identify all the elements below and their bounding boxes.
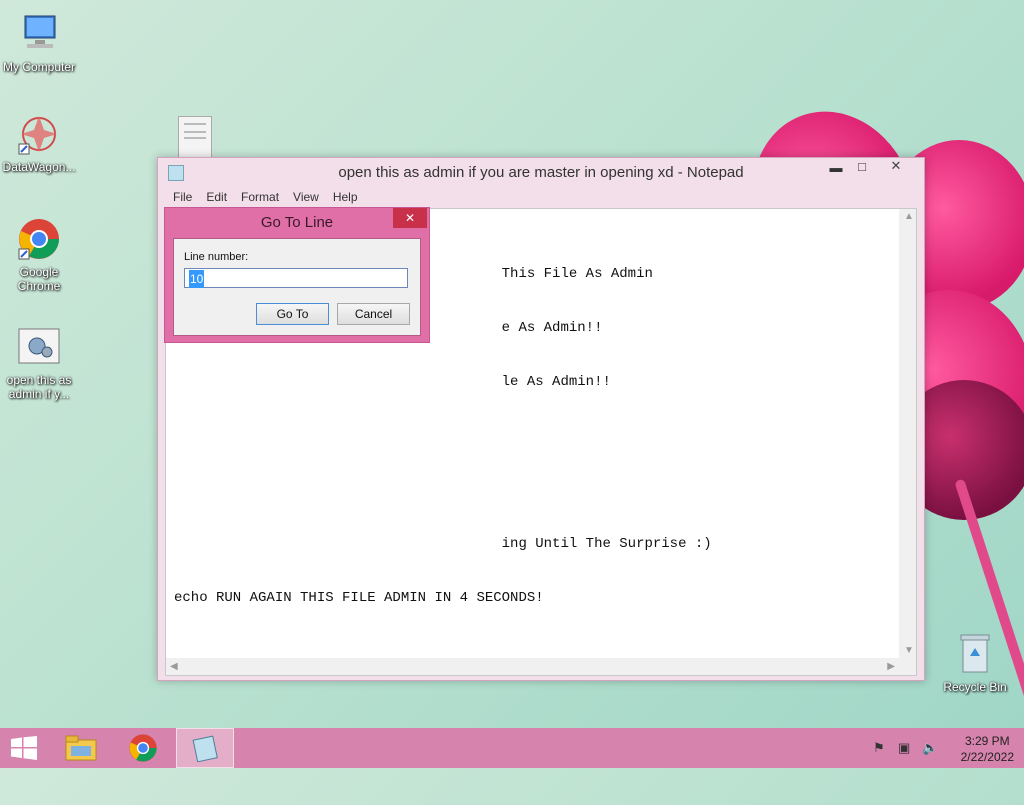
folder-icon [65, 735, 97, 761]
desktop-icon-datawagon[interactable]: DataWagon... [0, 110, 79, 174]
notepad-title: open this as admin if you are master in … [338, 164, 744, 181]
menu-bar: File Edit Format View Help [166, 188, 365, 208]
minimize-button[interactable]: ▬ [823, 160, 849, 180]
horizontal-scrollbar[interactable]: ◀ ▶ [166, 658, 899, 675]
text-line: ​ [174, 427, 712, 445]
notepad-title-bar[interactable]: open this as admin if you are master in … [158, 158, 924, 186]
maximize-button[interactable]: □ [849, 159, 875, 179]
taskbar-chrome[interactable] [118, 728, 168, 768]
clock-time: 3:29 PM [964, 734, 1010, 748]
chrome-icon [15, 215, 63, 263]
notepad-icon [192, 735, 218, 762]
text-line: echo RUN AGAIN THIS FILE ADMIN IN 4 SECO… [174, 590, 544, 606]
text-line: ​ [174, 697, 712, 715]
text-line: le As Admin!! [174, 374, 611, 390]
windows-logo-icon [11, 736, 37, 760]
taskbar-file-explorer[interactable] [56, 728, 106, 768]
scroll-left-icon[interactable]: ◀ [170, 661, 178, 672]
scrollbar-corner [899, 658, 916, 675]
computer-icon [15, 10, 63, 58]
scroll-up-icon[interactable]: ▲ [904, 211, 914, 222]
desktop-icon-recycle-bin[interactable]: Recycle Bin [935, 630, 1015, 694]
desktop-icon-my-computer[interactable]: My Computer [0, 10, 79, 74]
menu-format[interactable]: Format [234, 188, 286, 208]
vertical-scrollbar[interactable]: ▲ ▼ [899, 209, 916, 658]
goto-button[interactable]: Go To [256, 303, 329, 325]
line-number-input[interactable]: 10 [184, 268, 408, 288]
dialog-title: Go To Line [260, 214, 334, 231]
chrome-icon [129, 734, 157, 762]
datawagon-icon [15, 110, 63, 158]
desktop-icon-batch-file[interactable]: open this as admin if y... [0, 323, 79, 401]
text-line: ing Until The Surprise :) [174, 536, 712, 552]
line-number-label: Line number: [184, 251, 249, 263]
scroll-down-icon[interactable]: ▼ [904, 645, 914, 656]
desktop-icon-label: open this as admin if y... [6, 373, 72, 401]
text-line: ​ [174, 481, 712, 499]
line-number-value: 10 [189, 270, 205, 288]
network-icon[interactable]: ▣ [898, 740, 910, 756]
taskbar-notepad[interactable] [176, 728, 234, 768]
desktop-file-icon[interactable] [178, 116, 212, 159]
action-center-icon[interactable]: ⚑ [873, 740, 885, 756]
dialog-body: Line number: 10 Go To Cancel [173, 238, 421, 336]
clock-date: 2/22/2022 [960, 750, 1014, 764]
menu-edit[interactable]: Edit [199, 188, 234, 208]
desktop-icon-google-chrome[interactable]: Google Chrome [0, 215, 79, 293]
close-button[interactable]: ✕ [875, 158, 917, 178]
cancel-button[interactable]: Cancel [337, 303, 410, 325]
taskbar: ⚑ ▣ 🔈 3:29 PM 2/22/2022 [0, 728, 1024, 768]
batch-file-icon [15, 323, 63, 371]
volume-muted-icon[interactable]: 🔈 [922, 740, 938, 756]
desktop-icon-label: Google Chrome [17, 265, 61, 293]
menu-view[interactable]: View [286, 188, 326, 208]
desktop-icon-label: My Computer [2, 60, 76, 74]
menu-help[interactable]: Help [326, 188, 365, 208]
dialog-close-button[interactable]: ✕ [393, 208, 427, 228]
recycle-bin-icon [951, 630, 999, 678]
start-button[interactable] [0, 728, 48, 768]
system-clock[interactable]: 3:29 PM 2/22/2022 [961, 733, 1014, 765]
goto-line-dialog[interactable]: Go To Line ✕ Line number: 10 Go To Cance… [164, 207, 430, 343]
desktop-icon-label: Recycle Bin [943, 680, 1007, 694]
scroll-right-icon[interactable]: ▶ [887, 661, 895, 672]
menu-file[interactable]: File [166, 188, 199, 208]
desktop-icon-label: DataWagon... [2, 160, 76, 174]
